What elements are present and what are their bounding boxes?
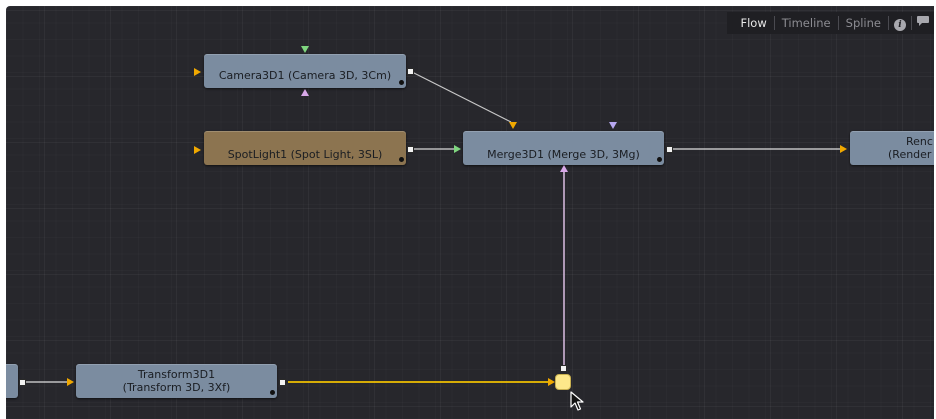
pipe-router-knot[interactable] — [555, 374, 571, 390]
spotlight-input-icon[interactable] — [194, 146, 201, 154]
merge-input-camera-icon[interactable] — [509, 122, 517, 129]
node-status-dot — [657, 157, 662, 162]
transform3d-node-label-line1: Transform3D1 — [137, 368, 216, 381]
tab-timeline[interactable]: Timeline — [775, 12, 838, 34]
upstream-output-port[interactable] — [19, 379, 26, 386]
wire-camera-to-merge[interactable] — [411, 71, 512, 123]
upstream-node[interactable] — [6, 364, 18, 398]
merge-bottom-input-icon[interactable] — [560, 165, 568, 172]
spotlight-node[interactable]: SpotLight1 (Spot Light, 3SL) — [204, 131, 406, 165]
merge3d-node-label: Merge3D1 (Merge 3D, 3Mg) — [487, 148, 640, 161]
camera3d-node-label: Camera3D1 (Camera 3D, 3Cm) — [218, 69, 392, 82]
tab-spline[interactable]: Spline — [839, 12, 888, 34]
info-icon[interactable]: i — [889, 12, 911, 34]
mouse-cursor-icon — [570, 391, 584, 411]
transform-input-icon[interactable] — [67, 378, 74, 386]
knot-input-icon[interactable] — [548, 378, 555, 386]
render-node-label-line2: (Render — [888, 148, 932, 161]
render-input-icon[interactable] — [840, 145, 847, 153]
camera-output-port[interactable] — [407, 68, 414, 75]
node-status-dot — [399, 80, 404, 85]
camera-input-icon[interactable] — [194, 68, 201, 76]
view-tab-bar: Flow Timeline Spline i — [727, 12, 934, 34]
spotlight-node-label: SpotLight1 (Spot Light, 3SL) — [227, 148, 383, 161]
spotlight-output-port[interactable] — [407, 146, 414, 153]
transform3d-node-label-line2: (Transform 3D, 3Xf) — [122, 381, 231, 394]
merge-output-port[interactable] — [666, 146, 673, 153]
camera-bottom-input-icon[interactable] — [301, 89, 309, 96]
camera-top-input-icon[interactable] — [301, 46, 309, 53]
flow-view[interactable]: Flow Timeline Spline i Camera3D1 (Camera… — [6, 6, 934, 419]
transform3d-node[interactable]: Transform3D1 (Transform 3D, 3Xf) — [76, 364, 277, 398]
render-node-label-line1: Renc — [906, 135, 933, 148]
connections-layer — [24, 71, 843, 383]
render-node[interactable]: Renc (Render — [850, 131, 934, 165]
node-status-dot — [270, 390, 275, 395]
merge-input-light-icon[interactable] — [454, 145, 461, 153]
comment-icon[interactable] — [912, 12, 934, 34]
node-status-dot — [399, 157, 404, 162]
knot-output-port[interactable] — [560, 365, 567, 372]
transform-output-port[interactable] — [279, 379, 286, 386]
merge-top-input-icon[interactable] — [609, 122, 617, 129]
merge3d-node[interactable]: Merge3D1 (Merge 3D, 3Mg) — [463, 131, 664, 165]
camera3d-node[interactable]: Camera3D1 (Camera 3D, 3Cm) — [204, 54, 406, 88]
tab-flow[interactable]: Flow — [733, 12, 773, 34]
